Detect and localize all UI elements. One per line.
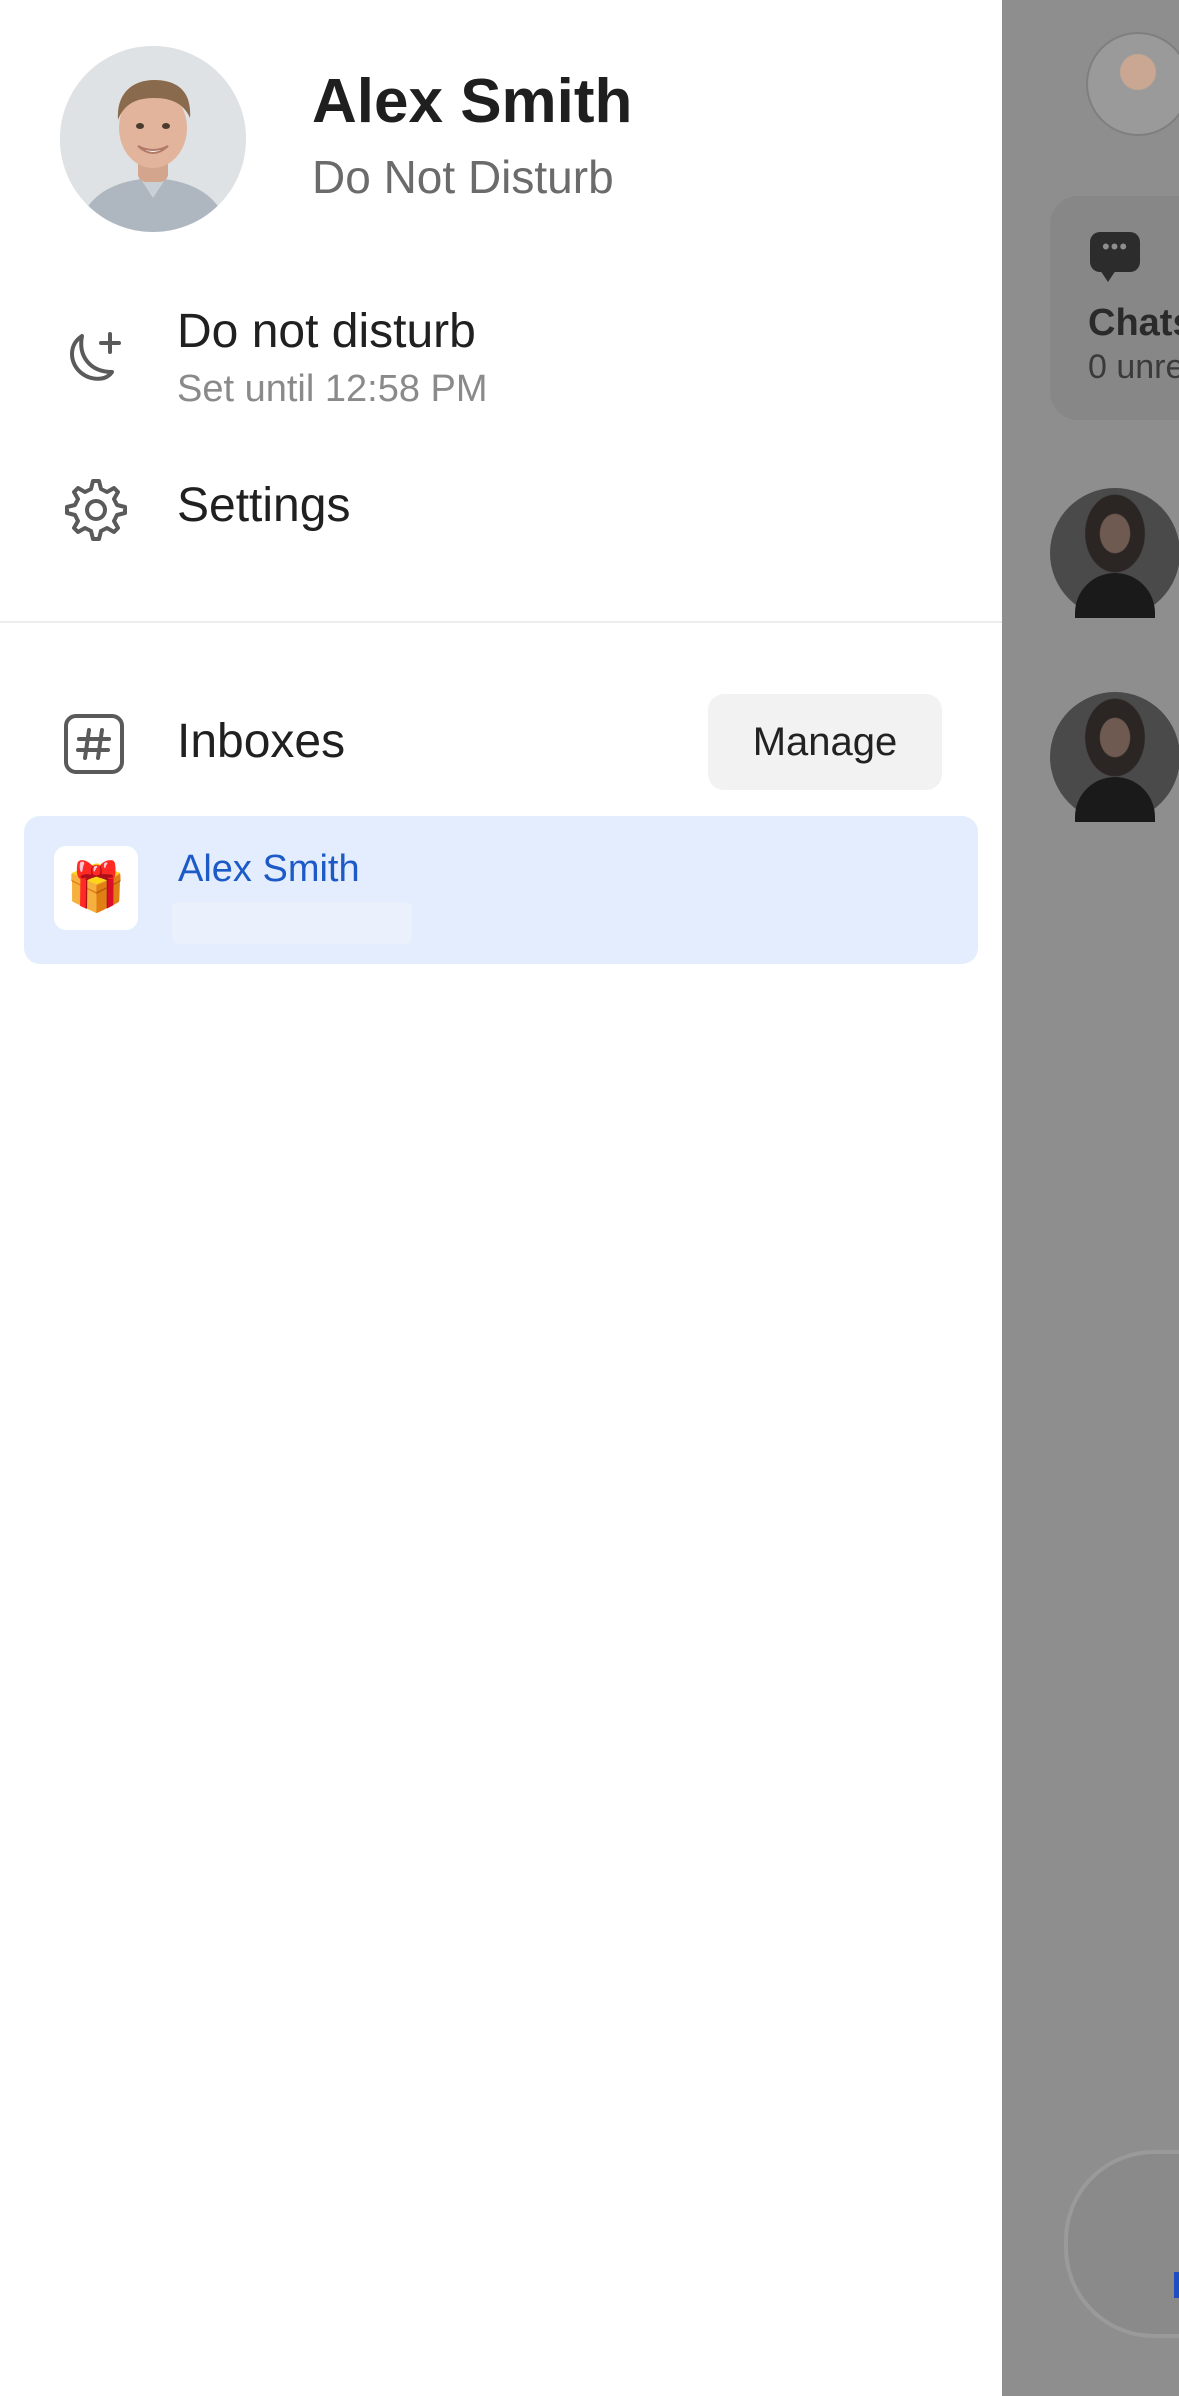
side-drawer: Alex Smith Do Not Disturb Do not disturb… <box>0 0 1002 2396</box>
section-divider <box>0 621 1002 623</box>
background-card-title: Chats <box>1088 302 1179 344</box>
background-contact-avatar <box>1050 692 1179 822</box>
inbox-item-redacted-detail <box>172 902 412 944</box>
background-card-subtitle: 0 unread <box>1088 348 1179 386</box>
profile-avatar[interactable] <box>60 46 246 232</box>
inboxes-title: Inboxes <box>177 715 346 768</box>
settings-label: Settings <box>177 479 351 532</box>
gear-icon <box>62 476 130 544</box>
do-not-disturb-menu-item[interactable]: Do not disturb Set until 12:58 PM <box>0 290 1002 440</box>
profile-name: Alex Smith <box>312 67 633 136</box>
moon-sparkle-icon <box>62 326 130 394</box>
user-avatar-icon <box>60 46 246 232</box>
chat-bubble-icon: ••• <box>1090 232 1140 282</box>
background-app-overlay[interactable]: ••• Chats 0 unread <box>1002 0 1179 2396</box>
background-avatar <box>1086 32 1179 136</box>
app-screen: ••• Chats 0 unread <box>0 0 1179 2396</box>
hash-icon <box>62 712 130 780</box>
do-not-disturb-label: Do not disturb <box>177 305 476 358</box>
profile-status: Do Not Disturb <box>312 151 614 203</box>
background-accent-mark <box>1174 2272 1179 2298</box>
gift-icon: 🎁 <box>54 846 138 930</box>
background-contact-avatar <box>1050 488 1179 618</box>
background-chats-card: ••• Chats 0 unread <box>1050 196 1179 420</box>
background-floating-button <box>1064 2150 1179 2338</box>
inbox-item[interactable]: 🎁 Alex Smith <box>24 816 978 964</box>
manage-inboxes-button[interactable]: Manage <box>708 694 942 790</box>
inbox-item-name: Alex Smith <box>178 848 360 890</box>
settings-menu-item[interactable]: Settings <box>0 460 1002 560</box>
do-not-disturb-subtitle: Set until 12:58 PM <box>177 368 488 410</box>
